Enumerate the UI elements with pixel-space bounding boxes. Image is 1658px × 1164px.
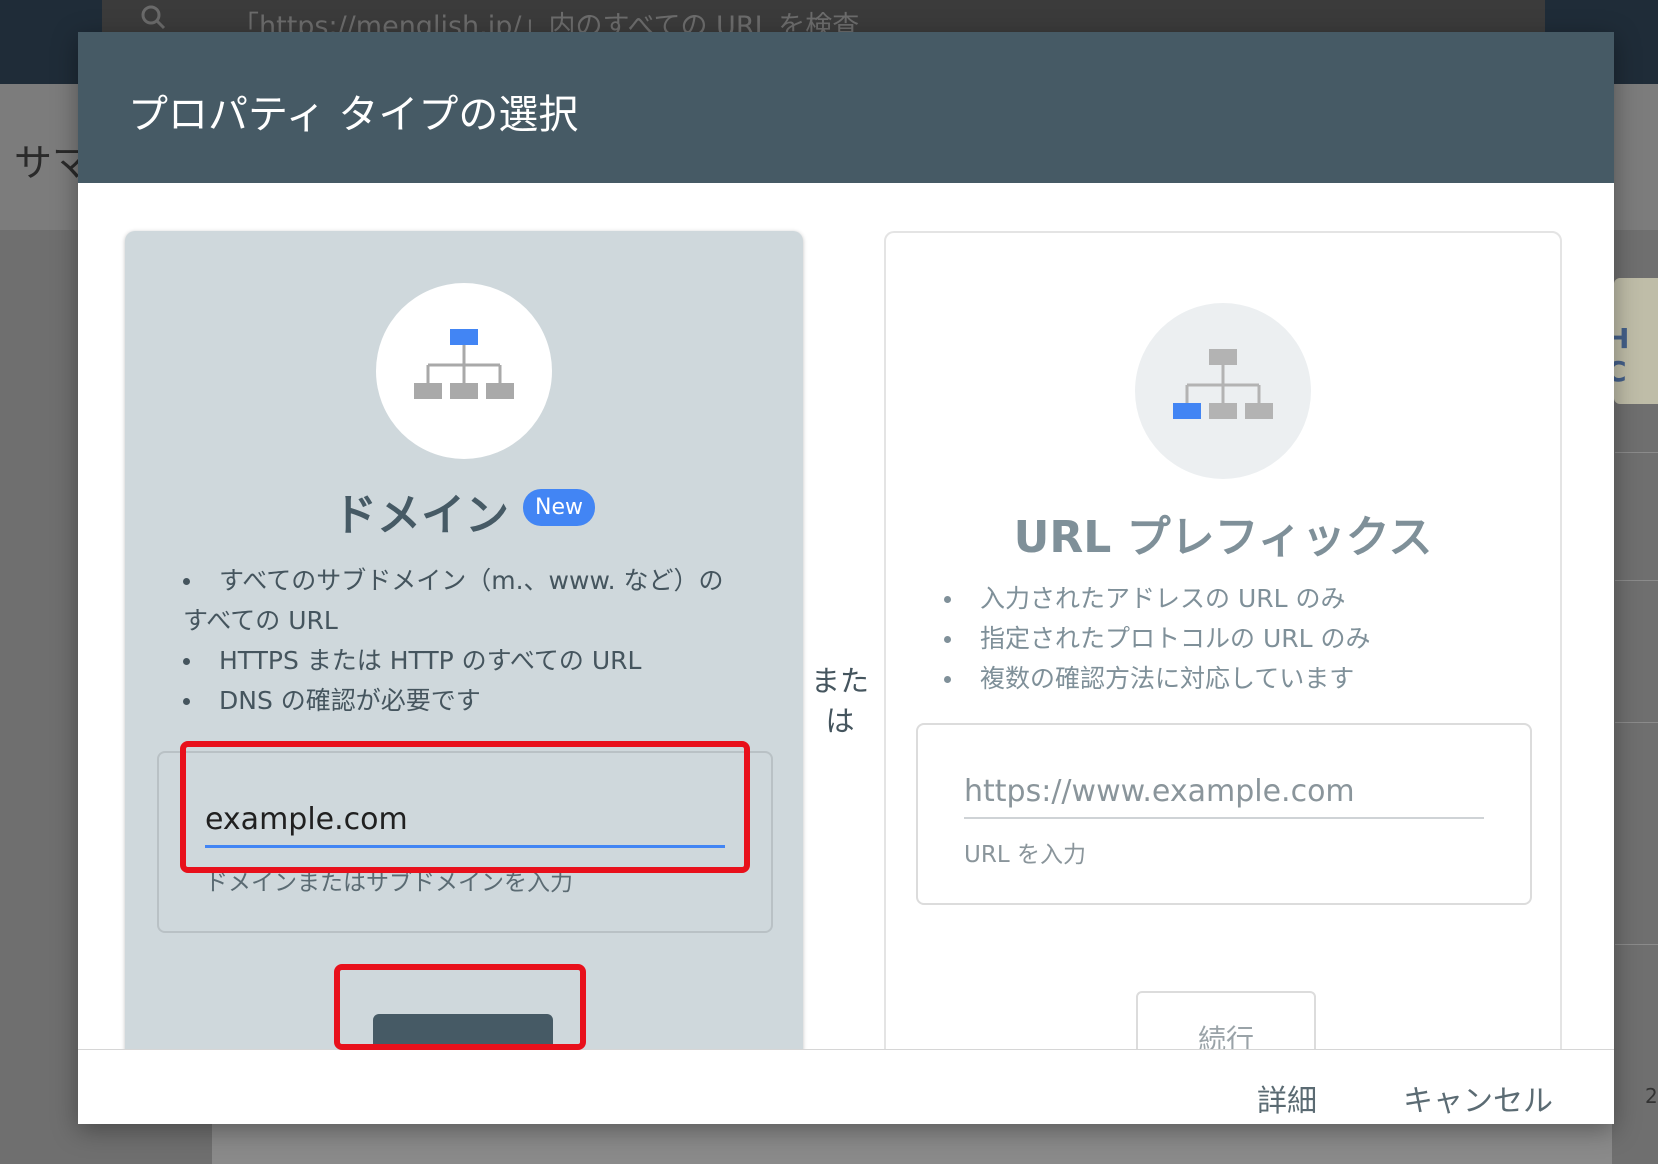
cancel-button[interactable]: キャンセル (1403, 1076, 1553, 1120)
list-item: 入力されたアドレスの URL のみ (944, 579, 1504, 619)
background-divider (1615, 580, 1658, 581)
search-icon[interactable] (140, 4, 166, 30)
url-prefix-sitemap-icon (1173, 349, 1273, 419)
url-prefix-continue-button[interactable]: 続行 (1136, 991, 1316, 1049)
background-divider (1615, 944, 1658, 945)
background-bottom-card (212, 1120, 1612, 1164)
domain-title: ドメイン (333, 490, 509, 541)
background-divider (1615, 722, 1658, 723)
domain-input-help: ドメインまたはサブドメインを入力 (205, 870, 573, 896)
list-item: 複数の確認方法に対応しています (944, 659, 1504, 699)
list-item: すべてのサブドメイン（m.、www. など）のすべての URL (183, 561, 743, 641)
list-item: 指定されたプロトコルの URL のみ (944, 619, 1504, 659)
background-divider (1615, 452, 1658, 453)
list-item: DNS の確認が必要です (183, 681, 743, 721)
url-prefix-title: URL プレフィックス (1013, 512, 1433, 563)
details-button[interactable]: 詳細 (1257, 1076, 1317, 1120)
domain-feature-list: すべてのサブドメイン（m.、www. など）のすべての URL HTTPS また… (183, 561, 743, 721)
url-prefix-input-container: URL を入力 (916, 723, 1532, 905)
domain-input[interactable] (205, 793, 725, 848)
or-separator: または (810, 661, 870, 741)
domain-title-row: ドメイン New (125, 479, 803, 543)
url-prefix-title-row: URL プレフィックス (886, 501, 1560, 565)
url-prefix-feature-list: 入力されたアドレスの URL のみ 指定されたプロトコルの URL のみ 複数の… (944, 579, 1504, 699)
domain-sitemap-icon (414, 329, 514, 399)
dialog-footer: 詳細 キャンセル (78, 1049, 1614, 1124)
domain-icon-circle (376, 283, 552, 459)
url-prefix-input[interactable] (964, 765, 1484, 819)
or-label: または (810, 664, 869, 738)
background-page-number: 2 (1645, 1084, 1658, 1108)
new-badge: New (523, 488, 595, 526)
dialog-content: ドメイン New すべてのサブドメイン（m.、www. など）のすべての URL … (78, 183, 1614, 1049)
domain-input-container: ドメインまたはサブドメインを入力 (157, 751, 773, 933)
url-prefix-input-help: URL を入力 (964, 842, 1086, 868)
dialog-header: プロパティ タイプの選択 (78, 32, 1614, 183)
url-prefix-icon-circle (1135, 303, 1311, 479)
property-type-dialog: プロパティ タイプの選択 ドメイン New すべてのサブドメイン（m.、www.… (78, 32, 1614, 1124)
domain-property-card[interactable]: ドメイン New すべてのサブドメイン（m.、www. など）のすべての URL … (125, 231, 803, 1049)
domain-continue-button[interactable]: 続行 (373, 1014, 553, 1049)
dialog-title: プロパティ タイプの選択 (128, 92, 579, 138)
url-prefix-property-card[interactable]: URL プレフィックス 入力されたアドレスの URL のみ 指定されたプロトコル… (884, 231, 1562, 1049)
list-item: HTTPS または HTTP のすべての URL (183, 641, 743, 681)
